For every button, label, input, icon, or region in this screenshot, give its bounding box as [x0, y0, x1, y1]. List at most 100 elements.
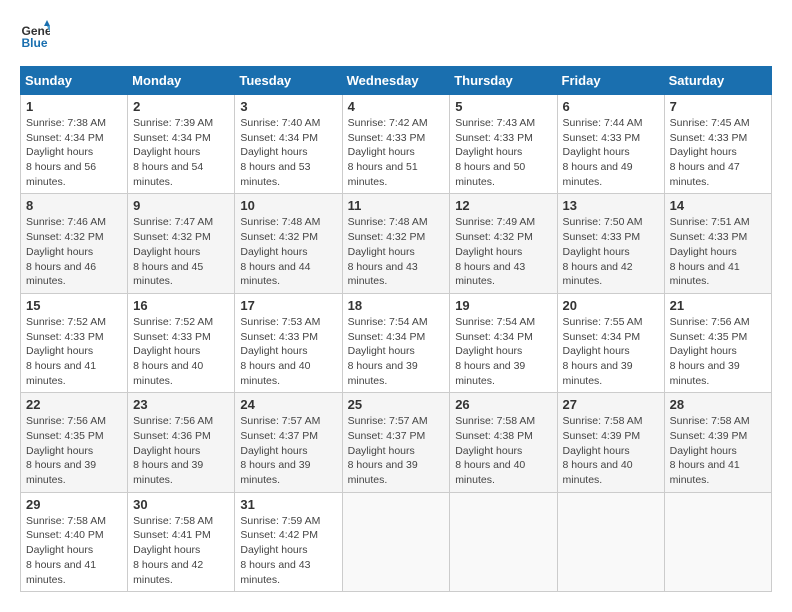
day-number: 17	[240, 298, 336, 313]
day-number: 24	[240, 397, 336, 412]
calendar-day-cell: 12 Sunrise: 7:49 AM Sunset: 4:32 PM Dayl…	[450, 194, 557, 293]
day-info: Sunrise: 7:56 AM Sunset: 4:35 PM Dayligh…	[670, 316, 750, 387]
day-info: Sunrise: 7:52 AM Sunset: 4:33 PM Dayligh…	[26, 316, 106, 387]
day-number: 4	[348, 99, 445, 114]
day-info: Sunrise: 7:58 AM Sunset: 4:41 PM Dayligh…	[133, 515, 213, 586]
calendar-day-cell: 3 Sunrise: 7:40 AM Sunset: 4:34 PM Dayli…	[235, 95, 342, 194]
day-number: 30	[133, 497, 229, 512]
weekday-header-row: SundayMondayTuesdayWednesdayThursdayFrid…	[21, 67, 772, 95]
day-info: Sunrise: 7:56 AM Sunset: 4:35 PM Dayligh…	[26, 415, 106, 486]
day-number: 18	[348, 298, 445, 313]
day-info: Sunrise: 7:40 AM Sunset: 4:34 PM Dayligh…	[240, 117, 320, 188]
day-number: 8	[26, 198, 122, 213]
day-number: 2	[133, 99, 229, 114]
calendar-day-cell: 19 Sunrise: 7:54 AM Sunset: 4:34 PM Dayl…	[450, 293, 557, 392]
day-number: 23	[133, 397, 229, 412]
calendar-day-cell: 23 Sunrise: 7:56 AM Sunset: 4:36 PM Dayl…	[128, 393, 235, 492]
day-number: 1	[26, 99, 122, 114]
day-number: 31	[240, 497, 336, 512]
day-number: 25	[348, 397, 445, 412]
calendar-day-cell: 11 Sunrise: 7:48 AM Sunset: 4:32 PM Dayl…	[342, 194, 450, 293]
calendar-day-cell: 14 Sunrise: 7:51 AM Sunset: 4:33 PM Dayl…	[664, 194, 771, 293]
day-info: Sunrise: 7:57 AM Sunset: 4:37 PM Dayligh…	[240, 415, 320, 486]
svg-text:Blue: Blue	[22, 36, 48, 50]
weekday-header-cell: Saturday	[664, 67, 771, 95]
day-info: Sunrise: 7:52 AM Sunset: 4:33 PM Dayligh…	[133, 316, 213, 387]
calendar-day-cell: 10 Sunrise: 7:48 AM Sunset: 4:32 PM Dayl…	[235, 194, 342, 293]
weekday-header-cell: Thursday	[450, 67, 557, 95]
calendar-day-cell: 26 Sunrise: 7:58 AM Sunset: 4:38 PM Dayl…	[450, 393, 557, 492]
calendar-week-row: 15 Sunrise: 7:52 AM Sunset: 4:33 PM Dayl…	[21, 293, 772, 392]
logo: General Blue	[20, 20, 54, 50]
calendar-day-cell: 20 Sunrise: 7:55 AM Sunset: 4:34 PM Dayl…	[557, 293, 664, 392]
calendar-day-cell: 22 Sunrise: 7:56 AM Sunset: 4:35 PM Dayl…	[21, 393, 128, 492]
day-number: 19	[455, 298, 551, 313]
day-info: Sunrise: 7:58 AM Sunset: 4:39 PM Dayligh…	[670, 415, 750, 486]
calendar-day-cell: 1 Sunrise: 7:38 AM Sunset: 4:34 PM Dayli…	[21, 95, 128, 194]
day-info: Sunrise: 7:39 AM Sunset: 4:34 PM Dayligh…	[133, 117, 213, 188]
day-number: 22	[26, 397, 122, 412]
day-number: 28	[670, 397, 766, 412]
day-number: 16	[133, 298, 229, 313]
day-info: Sunrise: 7:54 AM Sunset: 4:34 PM Dayligh…	[455, 316, 535, 387]
day-info: Sunrise: 7:42 AM Sunset: 4:33 PM Dayligh…	[348, 117, 428, 188]
calendar-day-cell: 7 Sunrise: 7:45 AM Sunset: 4:33 PM Dayli…	[664, 95, 771, 194]
logo-icon: General Blue	[20, 20, 50, 50]
calendar-day-cell	[342, 492, 450, 591]
day-info: Sunrise: 7:58 AM Sunset: 4:40 PM Dayligh…	[26, 515, 106, 586]
day-info: Sunrise: 7:57 AM Sunset: 4:37 PM Dayligh…	[348, 415, 428, 486]
day-info: Sunrise: 7:44 AM Sunset: 4:33 PM Dayligh…	[563, 117, 643, 188]
calendar-day-cell: 24 Sunrise: 7:57 AM Sunset: 4:37 PM Dayl…	[235, 393, 342, 492]
day-number: 5	[455, 99, 551, 114]
day-number: 29	[26, 497, 122, 512]
calendar-day-cell: 21 Sunrise: 7:56 AM Sunset: 4:35 PM Dayl…	[664, 293, 771, 392]
calendar-day-cell	[450, 492, 557, 591]
day-info: Sunrise: 7:58 AM Sunset: 4:38 PM Dayligh…	[455, 415, 535, 486]
weekday-header-cell: Monday	[128, 67, 235, 95]
day-info: Sunrise: 7:49 AM Sunset: 4:32 PM Dayligh…	[455, 216, 535, 287]
calendar-day-cell: 13 Sunrise: 7:50 AM Sunset: 4:33 PM Dayl…	[557, 194, 664, 293]
day-number: 6	[563, 99, 659, 114]
calendar-day-cell: 8 Sunrise: 7:46 AM Sunset: 4:32 PM Dayli…	[21, 194, 128, 293]
calendar-day-cell: 16 Sunrise: 7:52 AM Sunset: 4:33 PM Dayl…	[128, 293, 235, 392]
day-info: Sunrise: 7:47 AM Sunset: 4:32 PM Dayligh…	[133, 216, 213, 287]
calendar-body: 1 Sunrise: 7:38 AM Sunset: 4:34 PM Dayli…	[21, 95, 772, 592]
day-info: Sunrise: 7:51 AM Sunset: 4:33 PM Dayligh…	[670, 216, 750, 287]
page-header: General Blue	[20, 20, 772, 50]
calendar-day-cell: 9 Sunrise: 7:47 AM Sunset: 4:32 PM Dayli…	[128, 194, 235, 293]
day-number: 20	[563, 298, 659, 313]
calendar-week-row: 22 Sunrise: 7:56 AM Sunset: 4:35 PM Dayl…	[21, 393, 772, 492]
day-info: Sunrise: 7:58 AM Sunset: 4:39 PM Dayligh…	[563, 415, 643, 486]
day-info: Sunrise: 7:48 AM Sunset: 4:32 PM Dayligh…	[348, 216, 428, 287]
weekday-header-cell: Friday	[557, 67, 664, 95]
calendar-day-cell: 15 Sunrise: 7:52 AM Sunset: 4:33 PM Dayl…	[21, 293, 128, 392]
calendar-table: SundayMondayTuesdayWednesdayThursdayFrid…	[20, 66, 772, 592]
day-info: Sunrise: 7:45 AM Sunset: 4:33 PM Dayligh…	[670, 117, 750, 188]
weekday-header-cell: Wednesday	[342, 67, 450, 95]
calendar-day-cell: 30 Sunrise: 7:58 AM Sunset: 4:41 PM Dayl…	[128, 492, 235, 591]
calendar-day-cell: 28 Sunrise: 7:58 AM Sunset: 4:39 PM Dayl…	[664, 393, 771, 492]
day-number: 12	[455, 198, 551, 213]
calendar-week-row: 29 Sunrise: 7:58 AM Sunset: 4:40 PM Dayl…	[21, 492, 772, 591]
calendar-day-cell: 25 Sunrise: 7:57 AM Sunset: 4:37 PM Dayl…	[342, 393, 450, 492]
day-info: Sunrise: 7:59 AM Sunset: 4:42 PM Dayligh…	[240, 515, 320, 586]
day-number: 27	[563, 397, 659, 412]
day-info: Sunrise: 7:54 AM Sunset: 4:34 PM Dayligh…	[348, 316, 428, 387]
calendar-week-row: 1 Sunrise: 7:38 AM Sunset: 4:34 PM Dayli…	[21, 95, 772, 194]
calendar-day-cell: 6 Sunrise: 7:44 AM Sunset: 4:33 PM Dayli…	[557, 95, 664, 194]
calendar-day-cell: 29 Sunrise: 7:58 AM Sunset: 4:40 PM Dayl…	[21, 492, 128, 591]
day-info: Sunrise: 7:56 AM Sunset: 4:36 PM Dayligh…	[133, 415, 213, 486]
day-info: Sunrise: 7:55 AM Sunset: 4:34 PM Dayligh…	[563, 316, 643, 387]
calendar-day-cell: 18 Sunrise: 7:54 AM Sunset: 4:34 PM Dayl…	[342, 293, 450, 392]
day-number: 26	[455, 397, 551, 412]
calendar-day-cell: 17 Sunrise: 7:53 AM Sunset: 4:33 PM Dayl…	[235, 293, 342, 392]
calendar-day-cell: 27 Sunrise: 7:58 AM Sunset: 4:39 PM Dayl…	[557, 393, 664, 492]
day-info: Sunrise: 7:38 AM Sunset: 4:34 PM Dayligh…	[26, 117, 106, 188]
day-info: Sunrise: 7:53 AM Sunset: 4:33 PM Dayligh…	[240, 316, 320, 387]
day-info: Sunrise: 7:48 AM Sunset: 4:32 PM Dayligh…	[240, 216, 320, 287]
day-number: 14	[670, 198, 766, 213]
weekday-header-cell: Sunday	[21, 67, 128, 95]
day-number: 13	[563, 198, 659, 213]
day-number: 11	[348, 198, 445, 213]
day-number: 7	[670, 99, 766, 114]
